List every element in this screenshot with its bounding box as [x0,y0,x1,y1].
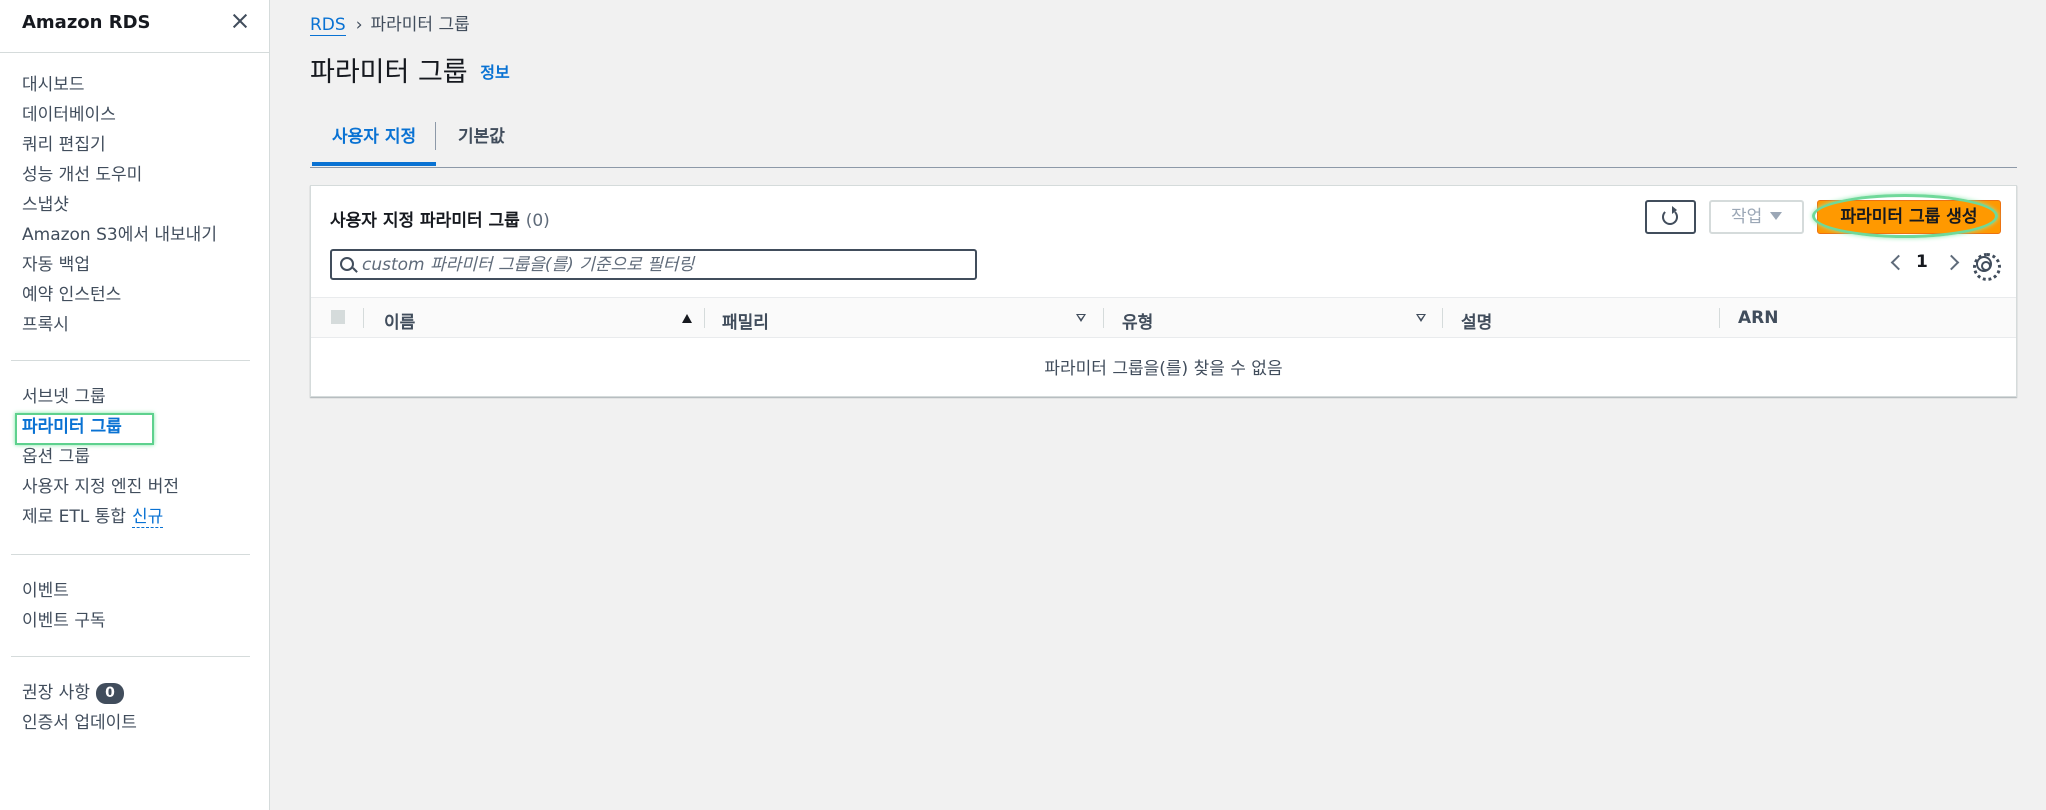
column-header-type[interactable]: 유형 [1122,308,1153,333]
search-field[interactable] [330,249,977,280]
new-badge[interactable]: 신규 [131,507,164,528]
column-header-description: 설명 [1461,313,1493,333]
sidebar-item-zero-etl[interactable]: 제로 ETL 통합 신규 [22,502,179,532]
sidebar-item-subnet-groups[interactable]: 서브넷 그룹 [22,382,179,412]
column-divider[interactable] [704,308,705,328]
column-header-arn: ARN [1738,308,1779,328]
actions-dropdown-button[interactable]: 작업 [1709,200,1804,234]
breadcrumb: RDS › 파라미터 그룹 [310,10,470,36]
column-header-family[interactable]: 패밀리 [722,308,769,333]
create-parameter-group-button[interactable]: 파라미터 그룹 생성 [1817,200,2001,234]
sidebar-item-query-editor[interactable]: 쿼리 편집기 [22,130,217,160]
sidebar-item-databases[interactable]: 데이터베이스 [22,100,217,130]
sidebar-divider [11,360,250,361]
table-title-text: 사용자 지정 파라미터 그룹 [330,211,520,231]
parameter-groups-table-container: 사용자 지정 파라미터 그룹 (0) 작업 파라미터 그룹 생성 1 이름 패밀… [310,185,2017,397]
chevron-left-icon[interactable] [1890,254,1907,271]
sort-icon[interactable] [1416,314,1426,322]
settings-gear-icon[interactable] [1973,253,2001,281]
info-link[interactable]: 정보 [480,63,509,82]
page-header: 파라미터 그룹 정보 [310,50,510,89]
chevron-right-icon: › [355,15,363,35]
sidebar-item-events[interactable]: 이벤트 [22,576,106,606]
column-divider[interactable] [1103,308,1104,328]
caret-down-icon [1770,212,1783,220]
sidebar-item-parameter-groups[interactable]: 파라미터 그룹 [22,412,179,442]
sidebar-item-custom-engine-versions[interactable]: 사용자 지정 엔진 버전 [22,472,179,502]
page-number[interactable]: 1 [1916,252,1928,272]
sidebar-item-event-subscriptions[interactable]: 이벤트 구독 [22,606,106,636]
side-navigation: Amazon RDS 대시보드 데이터베이스 쿼리 편집기 성능 개선 도우미 … [0,0,270,810]
table-title: 사용자 지정 파라미터 그룹 (0) [330,206,550,231]
sidebar-group-events: 이벤트 이벤트 구독 [22,576,106,636]
search-input[interactable] [362,252,962,278]
sidebar-item-recommendations[interactable]: 권장 사항 0 [22,678,137,708]
breadcrumb-current: 파라미터 그룹 [370,15,470,35]
sidebar-group-other: 권장 사항 0 인증서 업데이트 [22,678,137,738]
sidebar-item-dashboard[interactable]: 대시보드 [22,70,217,100]
sidebar-group-config: 서브넷 그룹 파라미터 그룹 옵션 그룹 사용자 지정 엔진 버전 제로 ETL… [22,382,179,532]
sidebar-divider [11,656,250,657]
sidebar-item-s3-exports[interactable]: Amazon S3에서 내보내기 [22,220,217,250]
sidebar-item-performance-insights[interactable]: 성능 개선 도우미 [22,160,217,190]
sidebar-item-reserved-instances[interactable]: 예약 인스턴스 [22,280,217,310]
sidebar-item-recommendations-label: 권장 사항 [22,683,90,703]
tab-custom[interactable]: 사용자 지정 [312,118,437,166]
sidebar-group-main: 대시보드 데이터베이스 쿼리 편집기 성능 개선 도우미 스냅샷 Amazon … [22,70,217,340]
tab-list: 사용자 지정 기본값 [310,118,2017,168]
recommendations-count-badge: 0 [95,683,124,704]
tab-default[interactable]: 기본값 [438,118,525,166]
page-title: 파라미터 그룹 [310,57,468,88]
table-header: 이름 패밀리 유형 설명 ARN [311,297,2016,338]
tab-separator [435,122,436,150]
table-count: (0) [525,211,550,231]
empty-state-message: 파라미터 그룹을(를) 찾을 수 없음 [1044,359,1283,379]
refresh-icon [1662,206,1678,225]
column-divider[interactable] [1719,308,1720,328]
chevron-right-icon[interactable] [1943,254,1960,271]
close-icon[interactable] [230,12,250,32]
sidebar-item-automated-backups[interactable]: 자동 백업 [22,250,217,280]
sidebar-item-zero-etl-label: 제로 ETL 통합 [22,507,126,527]
sidebar-item-certificate-update[interactable]: 인증서 업데이트 [22,708,137,738]
sort-icon[interactable] [1076,314,1086,322]
actions-label: 작업 [1731,207,1763,227]
refresh-button[interactable] [1645,200,1696,234]
sidebar-item-snapshots[interactable]: 스냅샷 [22,190,217,220]
column-divider [363,308,364,328]
column-header-name[interactable]: 이름 [384,308,415,333]
search-icon [340,257,354,271]
column-divider[interactable] [1442,308,1443,328]
sidebar-title[interactable]: Amazon RDS [22,12,151,33]
sidebar-divider [11,554,250,555]
breadcrumb-rds-link[interactable]: RDS [310,15,346,36]
sidebar-header: Amazon RDS [0,0,269,53]
sort-ascending-icon[interactable] [682,314,692,323]
sidebar-item-option-groups[interactable]: 옵션 그룹 [22,442,179,472]
select-all-checkbox [331,310,345,324]
sidebar-item-proxies[interactable]: 프록시 [22,310,217,340]
